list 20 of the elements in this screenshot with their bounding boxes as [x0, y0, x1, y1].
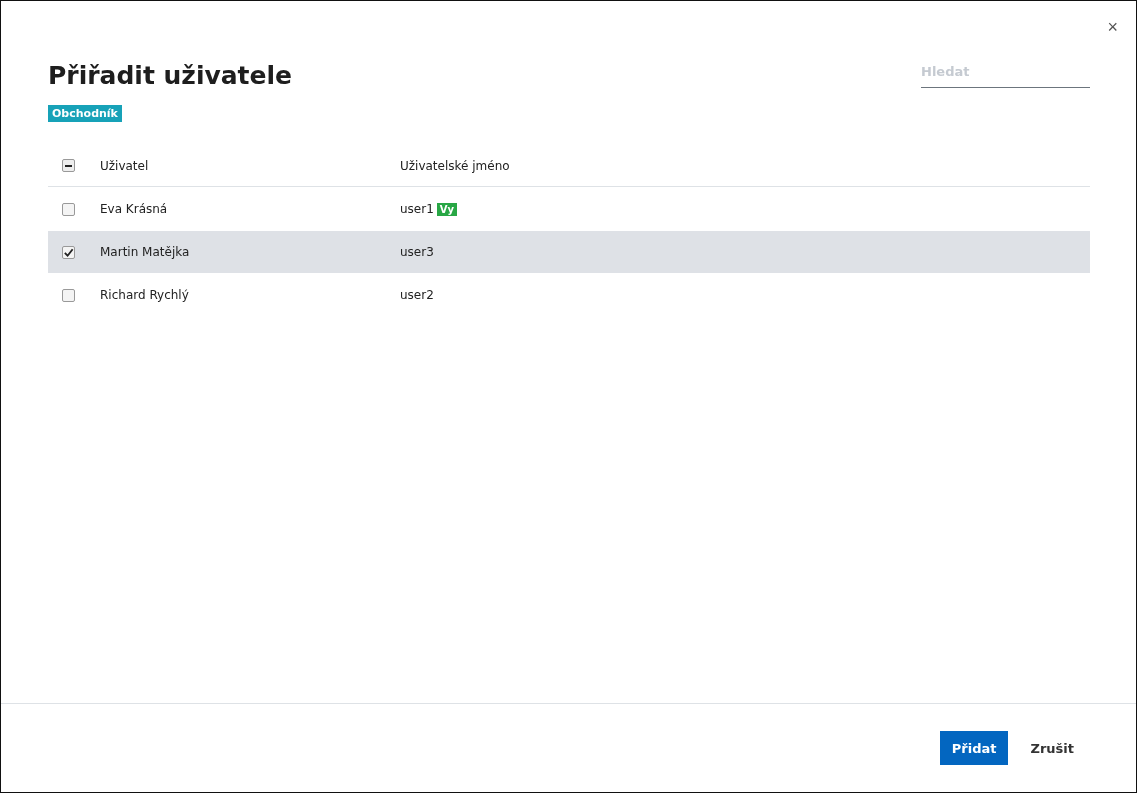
column-header: Uživatel: [100, 158, 149, 173]
table-cell: user2: [400, 288, 434, 302]
add-button[interactable]: Přidat: [939, 731, 1009, 765]
checkbox[interactable]: [62, 159, 75, 172]
table-row[interactable]: Richard Rychlý user2: [48, 273, 1090, 316]
table-cell: Richard Rychlý: [100, 288, 189, 302]
table-cell: Martin Matějka: [100, 245, 190, 259]
table-cell: user1: [400, 202, 434, 216]
dialog-title: Přiřadit uživatele: [48, 60, 293, 92]
role-tag: Obchodník: [48, 105, 122, 122]
checkbox[interactable]: [62, 245, 75, 259]
close-button[interactable]: ×: [1103, 17, 1122, 37]
you-badge: Vy: [436, 202, 458, 216]
checkbox[interactable]: [62, 202, 75, 216]
table-cell: Eva Krásná: [100, 202, 168, 216]
table-row[interactable]: Martin Matějka user3: [48, 230, 1090, 273]
checkbox[interactable]: [62, 288, 75, 302]
table-cell: user3: [400, 245, 434, 259]
column-header: Uživatelské jméno: [400, 158, 510, 173]
cancel-button[interactable]: Zrušit: [1014, 731, 1090, 765]
